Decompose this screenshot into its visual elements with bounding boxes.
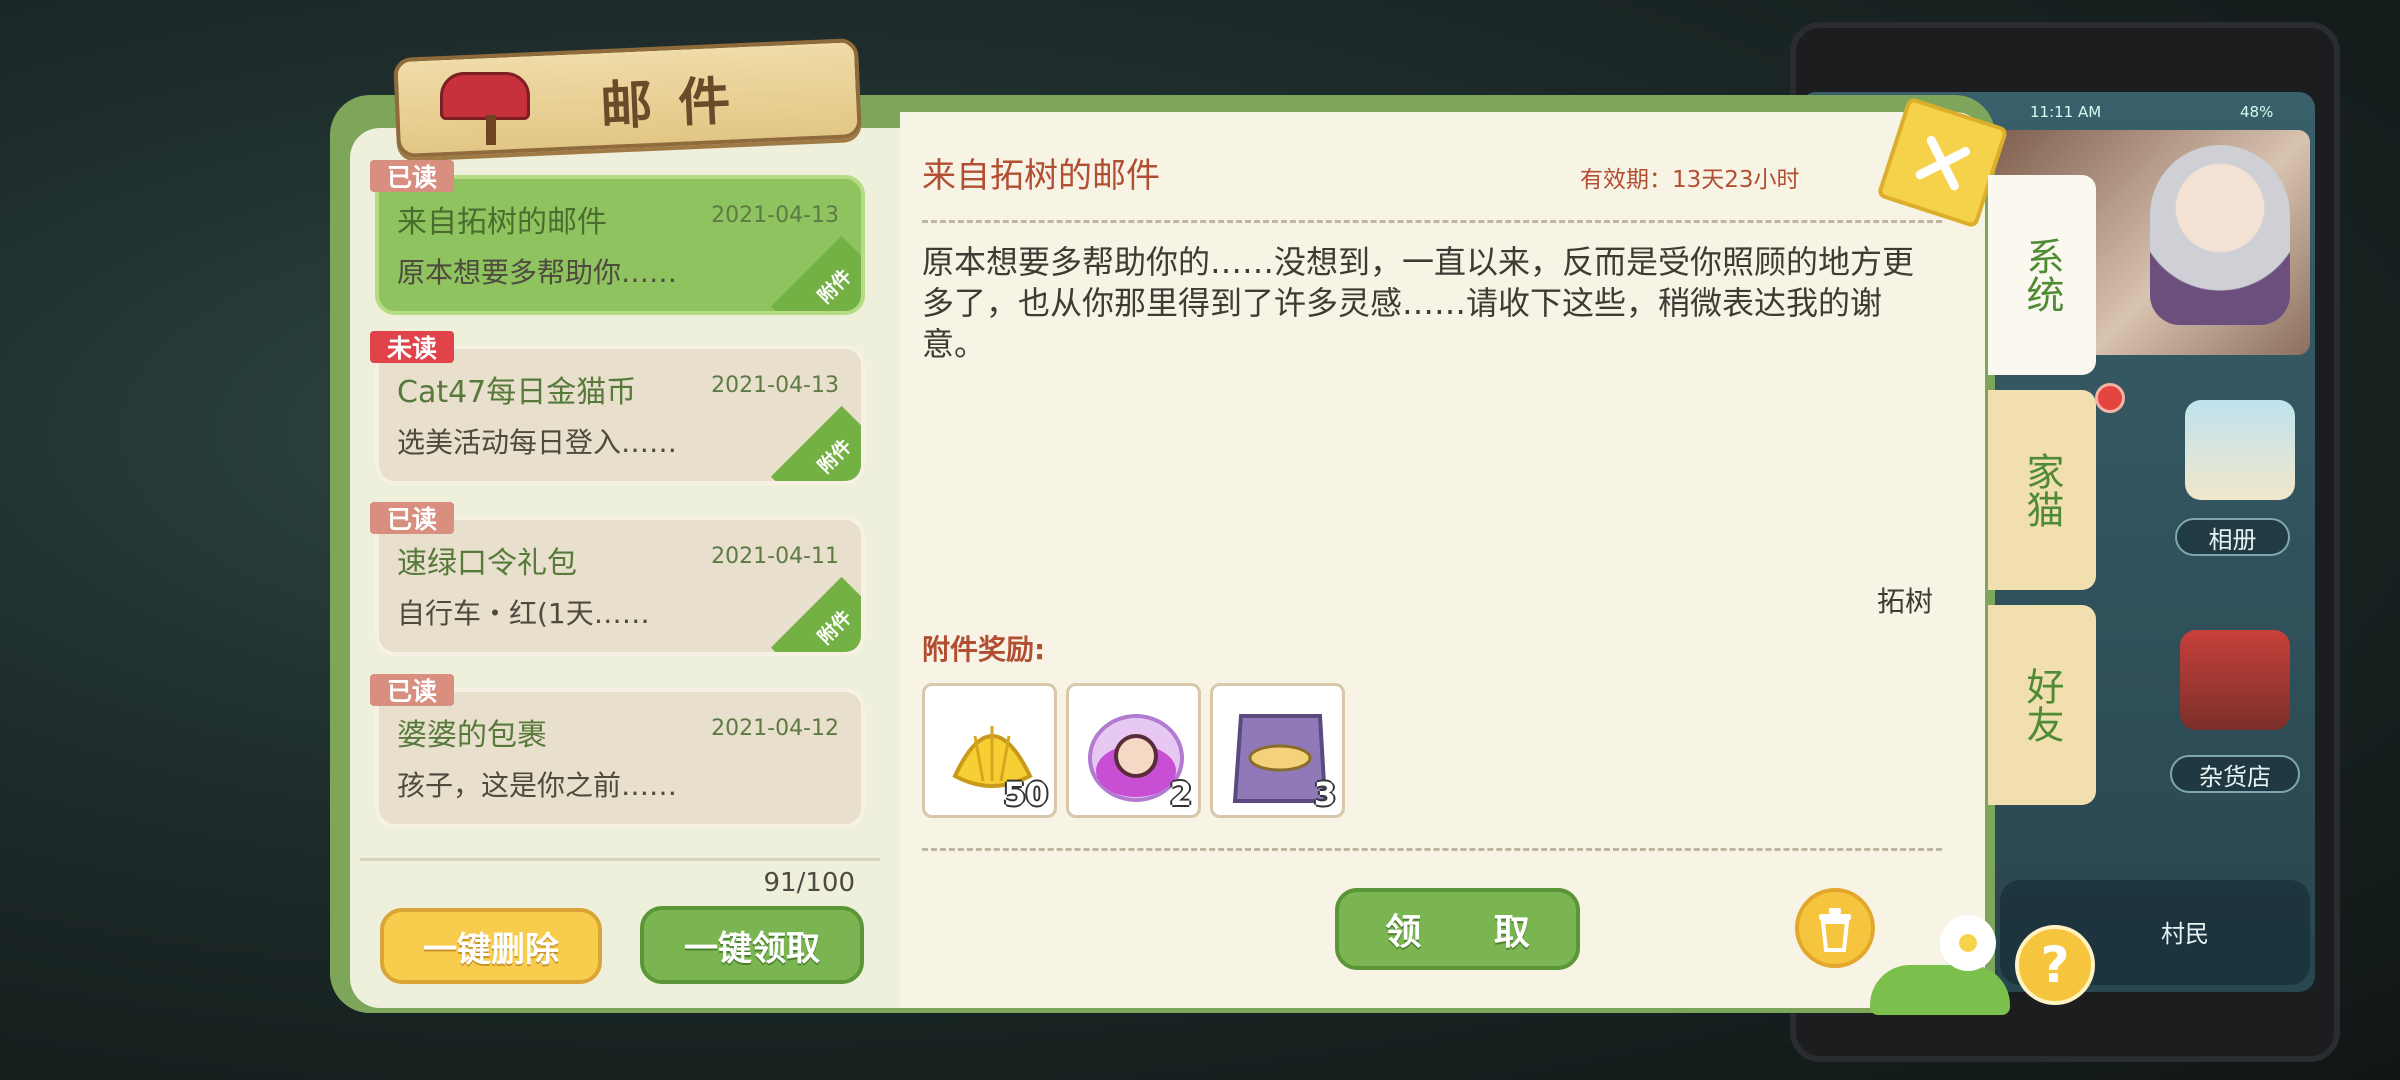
reward-quantity: 3	[1313, 775, 1336, 813]
flower-decoration	[1940, 915, 1996, 971]
attachment-heading: 附件奖励:	[922, 633, 1046, 666]
unread-status-badge: 未读	[370, 331, 454, 363]
villager-dock-label[interactable]: 村民	[2110, 912, 2260, 950]
read-status-badge: 已读	[370, 160, 454, 192]
mail-item-date: 2021-04-12	[711, 716, 839, 741]
delete-button[interactable]	[1795, 888, 1875, 968]
mail-item-title: Cat47每日金猫币	[397, 375, 637, 410]
close-icon	[1915, 135, 1970, 190]
read-status-badge: 已读	[370, 674, 454, 706]
tab-label: 好友	[2020, 667, 2064, 743]
mail-item-date: 2021-04-11	[711, 544, 839, 569]
mail-item-date: 2021-04-13	[711, 373, 839, 398]
read-status-badge: 已读	[370, 502, 454, 534]
divider	[922, 848, 1942, 851]
phone-battery: 48%	[2240, 103, 2274, 121]
claim-button[interactable]: 领 取	[1335, 888, 1580, 970]
tab-friends[interactable]: 好友	[1988, 605, 2096, 805]
mail-item-preview: 自行车・红(1天……	[397, 597, 650, 630]
grocery-app-label: 杂货店	[2170, 755, 2300, 793]
tab-system[interactable]: 系统	[1988, 175, 2096, 375]
mail-item-preview: 原本想要多帮助你……	[397, 256, 678, 289]
tab-label: 家猫	[2020, 452, 2064, 528]
mail-item-date: 2021-04-13	[711, 203, 839, 228]
mailbox-post-icon	[486, 115, 496, 145]
tab-house-cat[interactable]: 家猫	[1988, 390, 2096, 590]
phone-time: 11:11 AM	[2030, 103, 2102, 121]
mail-item-title: 来自拓树的邮件	[397, 205, 607, 240]
mail-list-item[interactable]: 速绿口令礼包 2021-04-11 自行车・红(1天…… 附件	[375, 516, 865, 656]
delete-all-button[interactable]: 一键删除	[380, 908, 602, 984]
reward-item[interactable]: 2	[1066, 683, 1201, 818]
claim-all-button[interactable]: 一键领取	[640, 906, 864, 984]
validity-text: 有效期：13天23小时	[1580, 167, 1800, 193]
reward-quantity: 2	[1169, 775, 1192, 813]
mailbox-icon	[440, 72, 530, 120]
list-divider	[360, 858, 880, 861]
mail-list-item[interactable]: Cat47每日金猫币 2021-04-13 选美活动每日登入…… 附件	[375, 345, 865, 485]
page-title: 邮件	[599, 70, 758, 138]
mail-list-item[interactable]: 婆婆的包裹 2021-04-12 孩子，这是你之前……	[375, 688, 865, 828]
grocery-app-icon[interactable]	[2180, 630, 2290, 730]
mail-item-title: 速绿口令礼包	[397, 546, 577, 581]
tab-label: 系统	[2020, 237, 2064, 313]
album-app-label: 相册	[2175, 518, 2290, 556]
mail-count: 91/100	[763, 868, 855, 898]
mail-signature: 拓树	[1877, 585, 1934, 618]
mail-item-title: 婆婆的包裹	[397, 718, 547, 753]
reward-quantity: 50	[1003, 775, 1048, 813]
mail-detail-title: 来自拓树的邮件	[922, 156, 1160, 196]
mail-item-preview: 选美活动每日登入……	[397, 426, 678, 459]
notification-dot	[2095, 383, 2125, 413]
reward-item[interactable]: 50	[922, 683, 1057, 818]
mail-body: 原本想要多帮助你的……没想到，一直以来，反而是受你照顾的地方更多了，也从你那里得…	[922, 243, 1915, 363]
reward-item[interactable]: 3	[1210, 683, 1345, 818]
divider	[922, 220, 1942, 223]
help-icon: ?	[2040, 936, 2070, 994]
trash-icon	[1819, 908, 1851, 952]
grass-decoration	[1870, 965, 2010, 1015]
granny-character-image	[2150, 145, 2290, 325]
mail-list-item[interactable]: 来自拓树的邮件 2021-04-13 原本想要多帮助你…… 附件	[375, 175, 865, 315]
mail-item-preview: 孩子，这是你之前……	[397, 769, 678, 802]
help-button[interactable]: ?	[2015, 925, 2095, 1005]
album-app-icon[interactable]	[2185, 400, 2295, 500]
